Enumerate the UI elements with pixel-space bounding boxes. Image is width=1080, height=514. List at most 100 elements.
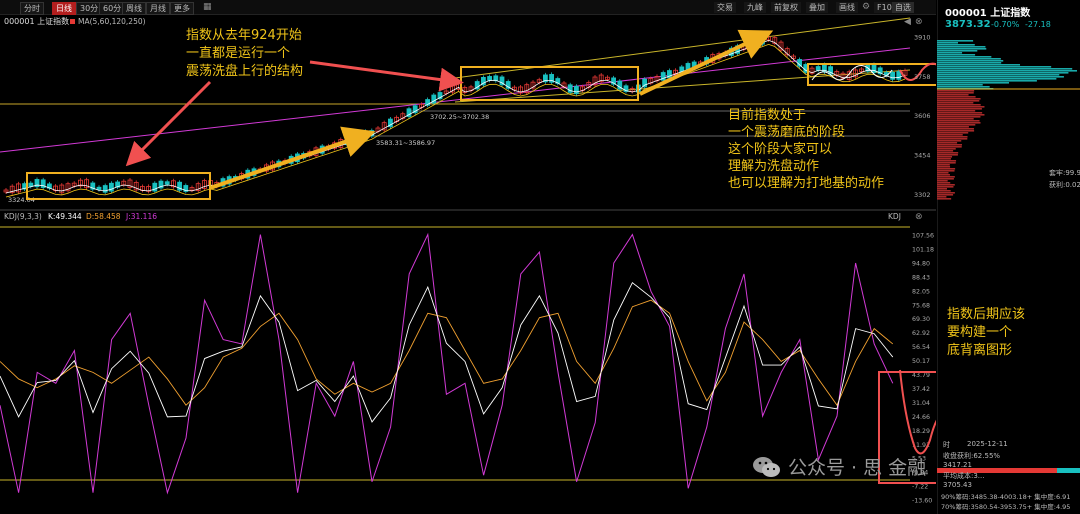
chip-bar: [937, 138, 968, 140]
panel-line-5: 3705.43: [943, 481, 972, 489]
chip-bar: [937, 178, 954, 180]
close-main-icon[interactable]: ⊗: [915, 17, 923, 27]
chip-bar: [937, 194, 954, 196]
annotation-1-line-3: 震荡洗盘上行的结构: [186, 64, 304, 79]
chip-bar: [937, 86, 990, 88]
chip-bar: [937, 68, 1073, 70]
chip-bar: [937, 154, 958, 156]
chip-bar: [937, 162, 956, 164]
wechat-icon: [753, 457, 780, 477]
trend-arrow-1: [209, 126, 376, 190]
annotation-1-line-2: 一直都是运行一个: [186, 46, 291, 61]
close-kdj-icon[interactable]: ⊗: [915, 212, 923, 222]
kdj-tick-18: -7.22: [912, 484, 928, 491]
chip-bar: [937, 50, 978, 52]
chip-bar: [937, 124, 976, 126]
chip-bar: [937, 122, 981, 124]
chip-bar: [937, 54, 976, 56]
candle: [890, 71, 895, 80]
chip-bar: [937, 48, 987, 50]
chip-bar: [937, 192, 955, 194]
panel-price: 3873.32: [945, 19, 991, 30]
kdj-tick-9: 50.17: [912, 358, 930, 365]
chip-bar: [937, 84, 983, 86]
chip-bar: [937, 130, 975, 132]
panel-cost-90: 90%筹码:3485.38-4003.18+ 集中度:6.91: [941, 493, 1071, 501]
price-tick-3: 3454: [914, 152, 931, 160]
price-tick-4: 3302: [914, 191, 931, 199]
kdj-tick-10: 43.79: [912, 372, 930, 379]
kdj-tick-4: 82.05: [912, 288, 930, 295]
panel-change-val: -27.18: [1025, 20, 1051, 29]
kdj-tick-12: 31.04: [912, 400, 930, 407]
chip-bar: [937, 112, 983, 114]
ma-label: MA(5,60,120,250): [78, 17, 146, 26]
chip-bar: [937, 140, 962, 142]
range1-label: 3583.31~3586.97: [376, 139, 435, 147]
chip-bar: [937, 40, 974, 42]
chip-bar: [937, 62, 1002, 64]
chip-bar: [937, 118, 974, 120]
chip-bar: [937, 128, 974, 130]
kdj-j-value: J:31.116: [125, 212, 157, 221]
chip-bar: [937, 46, 986, 48]
kdj-d-value: D:58.458: [86, 212, 121, 221]
chip-bar: [937, 64, 1021, 66]
panel-date-value: 2025-12-11: [967, 440, 1008, 448]
chip-bar: [937, 56, 992, 58]
chip-bar: [937, 106, 985, 108]
chip-bar: [937, 66, 1052, 68]
candle: [574, 85, 579, 95]
chip-bar: [937, 98, 981, 100]
chip-bar: [937, 132, 969, 134]
chip-distribution: [937, 0, 1080, 514]
chip-bar: [937, 166, 951, 168]
chip-bar: [937, 158, 951, 160]
chip-bar: [937, 80, 1037, 82]
panel-cost-70: 70%筹码:3580.54-3953.75+ 集中度:4.95: [941, 503, 1071, 511]
chip-bar: [937, 190, 951, 192]
chip-bar: [937, 94, 969, 96]
chip-bar: [937, 186, 954, 188]
kdj-tick-13: 24.66: [912, 414, 930, 421]
chip-bar: [937, 198, 952, 200]
chip-bar: [937, 74, 1060, 76]
chip-bar: [937, 160, 957, 162]
chip-bar: [937, 78, 1057, 80]
candle: [487, 76, 493, 81]
chip-bar: [937, 136, 968, 138]
pointer-arrow-1: [125, 80, 212, 167]
kdj-tick-7: 62.92: [912, 330, 930, 337]
panel-code: 000001 上证指数: [945, 8, 1031, 19]
chip-bar: [937, 120, 980, 122]
chip-bar: [937, 156, 953, 158]
chip-bar: [937, 114, 985, 116]
chip-bar: [937, 92, 974, 94]
chip-bar: [937, 168, 956, 170]
kdj-k-value: K:49.344: [48, 212, 82, 221]
kdj-right-label: KDJ: [888, 212, 901, 221]
candle: [96, 186, 102, 190]
candle: [815, 66, 821, 71]
kdj-tick-1: 101.18: [912, 246, 934, 253]
chip-bar: [937, 60, 1004, 62]
chip-bar: [937, 100, 980, 102]
chip-bar: [937, 96, 976, 98]
chip-bar: [937, 42, 959, 44]
panel-profit-rate: 收盘获利:62.55%: [943, 452, 1001, 460]
chip-bar: [937, 184, 955, 186]
kdj-tick-11: 37.42: [912, 386, 930, 393]
chip-bar: [937, 174, 950, 176]
chip-bar: [937, 196, 947, 198]
kdj-tick-19: -13.60: [912, 498, 932, 505]
chip-bar: [937, 152, 959, 154]
chip-bar: [937, 176, 955, 178]
watermark-text: 公众号 · 思 金融: [788, 457, 927, 479]
chip-bar: [937, 102, 974, 104]
ma-legend-marker: [70, 19, 75, 24]
chip-bar: [937, 150, 954, 152]
annotation-1-line-1: 指数从去年924开始: [186, 28, 302, 43]
candle: [28, 182, 34, 187]
panel-change-pct: -0.70%: [991, 20, 1020, 29]
annotation-2-line-5: 也可以理解为打地基的动作: [728, 176, 885, 191]
